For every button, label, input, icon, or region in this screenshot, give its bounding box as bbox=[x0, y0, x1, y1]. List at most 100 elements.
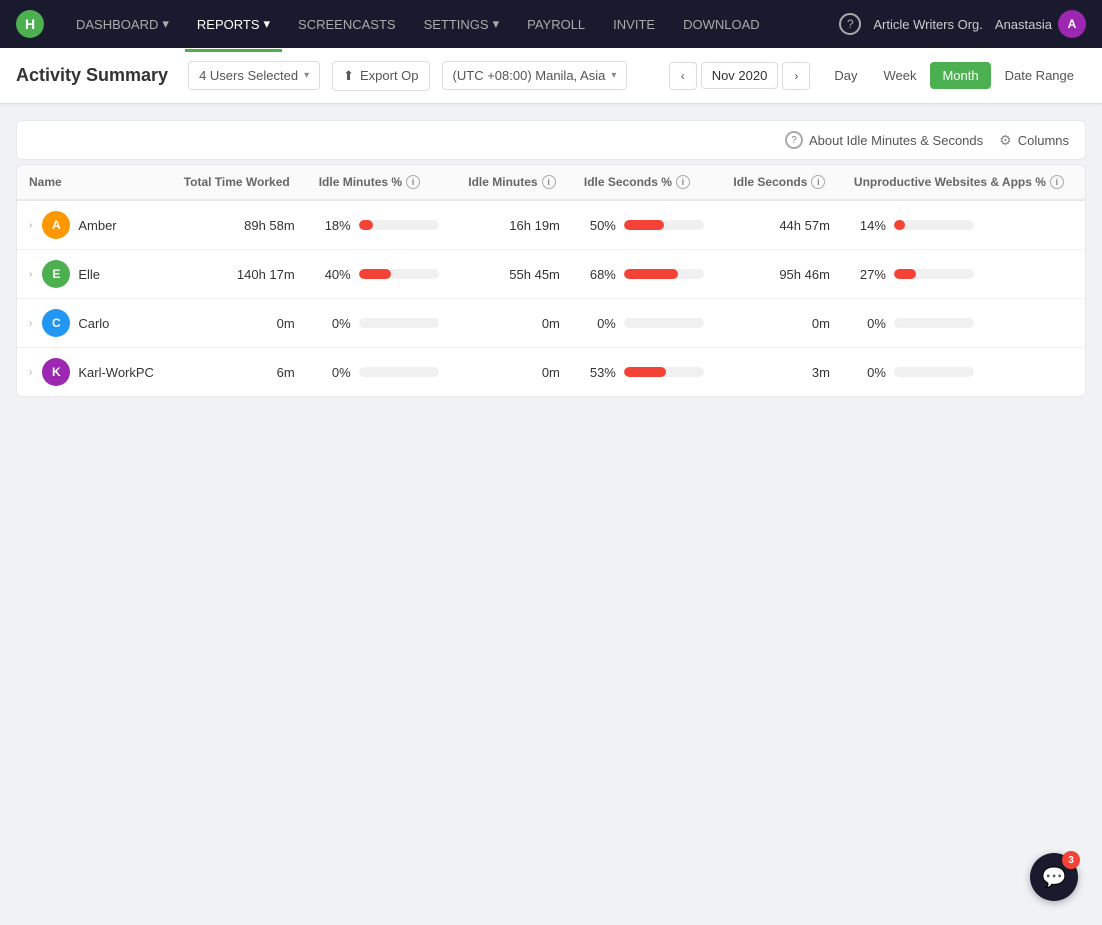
progress-bar bbox=[359, 318, 439, 328]
cell-idle-sec-pct: 50% bbox=[572, 200, 722, 250]
info-icon[interactable]: i bbox=[811, 175, 825, 189]
tab-week[interactable]: Week bbox=[871, 62, 928, 89]
col-idle-sec: Idle Seconds i bbox=[721, 165, 842, 200]
user-menu[interactable]: Anastasia A bbox=[995, 10, 1086, 38]
expand-icon[interactable]: › bbox=[29, 220, 32, 231]
progress-bar bbox=[894, 269, 974, 279]
user-name: Carlo bbox=[78, 316, 109, 331]
cell-idle-min-pct: 0% bbox=[307, 299, 457, 348]
info-icon[interactable]: i bbox=[542, 175, 556, 189]
cell-total-time: 89h 58m bbox=[172, 200, 307, 250]
cell-idle-sec: 0m bbox=[721, 299, 842, 348]
cell-idle-min: 16h 19m bbox=[456, 200, 572, 250]
cell-unproductive: 27% bbox=[842, 250, 1085, 299]
cell-idle-min: 0m bbox=[456, 299, 572, 348]
cell-idle-min: 0m bbox=[456, 348, 572, 397]
cell-name: › K Karl-WorkPC bbox=[17, 348, 172, 397]
about-idle-button[interactable]: ? About Idle Minutes & Seconds bbox=[785, 131, 983, 149]
expand-icon[interactable]: › bbox=[29, 367, 32, 378]
progress-bar bbox=[359, 220, 439, 230]
info-bar: ? About Idle Minutes & Seconds ⚙ Columns bbox=[16, 120, 1086, 160]
progress-bar bbox=[624, 367, 704, 377]
nav-payroll[interactable]: PAYROLL bbox=[515, 11, 597, 38]
avatar: C bbox=[42, 309, 70, 337]
col-idle-sec-pct: Idle Seconds % i bbox=[572, 165, 722, 200]
table-row: › K Karl-WorkPC 6m 0% 0m 53% 3m 0% bbox=[17, 348, 1085, 397]
col-idle-min-pct: Idle Minutes % i bbox=[307, 165, 457, 200]
expand-icon[interactable]: › bbox=[29, 269, 32, 280]
progress-bar bbox=[894, 367, 974, 377]
cell-idle-sec: 3m bbox=[721, 348, 842, 397]
progress-bar bbox=[624, 269, 704, 279]
cell-idle-min-pct: 0% bbox=[307, 348, 457, 397]
help-icon[interactable]: ? bbox=[839, 13, 861, 35]
table-header-row: Name Total Time Worked Idle Minutes % i … bbox=[17, 165, 1085, 200]
info-icon[interactable]: i bbox=[676, 175, 690, 189]
nav-invite[interactable]: INVITE bbox=[601, 11, 667, 38]
progress-bar bbox=[359, 367, 439, 377]
cell-total-time: 140h 17m bbox=[172, 250, 307, 299]
user-name: Elle bbox=[78, 267, 100, 282]
nav-screencasts[interactable]: SCREENCASTS bbox=[286, 11, 408, 38]
cell-total-time: 6m bbox=[172, 348, 307, 397]
info-icon[interactable]: i bbox=[1050, 175, 1064, 189]
table-row: › E Elle 140h 17m 40% 55h 45m 68% 95h 46… bbox=[17, 250, 1085, 299]
cell-total-time: 0m bbox=[172, 299, 307, 348]
columns-button[interactable]: ⚙ Columns bbox=[999, 132, 1069, 149]
nav-right: ? Article Writers Org. Anastasia A bbox=[839, 10, 1086, 38]
info-icon: ? bbox=[785, 131, 803, 149]
prev-date-button[interactable]: ‹ bbox=[669, 62, 697, 90]
expand-icon[interactable]: › bbox=[29, 318, 32, 329]
chat-bubble[interactable]: 💬 3 bbox=[1030, 853, 1078, 901]
chat-badge: 3 bbox=[1062, 851, 1080, 869]
progress-bar bbox=[624, 318, 704, 328]
chevron-down-icon: ▾ bbox=[264, 16, 271, 32]
table-row: › C Carlo 0m 0% 0m 0% 0m 0% bbox=[17, 299, 1085, 348]
info-icon[interactable]: i bbox=[406, 175, 420, 189]
app-logo[interactable]: H bbox=[16, 10, 44, 38]
cell-idle-sec: 95h 46m bbox=[721, 250, 842, 299]
cell-idle-min: 55h 45m bbox=[456, 250, 572, 299]
user-name: Amber bbox=[78, 218, 116, 233]
col-name: Name bbox=[17, 165, 172, 200]
chat-icon: 💬 bbox=[1042, 865, 1067, 890]
col-unproductive: Unproductive Websites & Apps % i bbox=[842, 165, 1085, 200]
period-tabs: Day Week Month Date Range bbox=[822, 62, 1086, 89]
cell-name: › A Amber bbox=[17, 200, 172, 250]
avatar: K bbox=[42, 358, 70, 386]
nav-reports[interactable]: REPORTS ▾ bbox=[185, 10, 282, 38]
col-idle-min: Idle Minutes i bbox=[456, 165, 572, 200]
export-button[interactable]: ⬆ Export Op bbox=[332, 61, 429, 91]
users-selected-button[interactable]: 4 Users Selected ▾ bbox=[188, 61, 320, 90]
progress-bar bbox=[894, 318, 974, 328]
nav-settings[interactable]: SETTINGS ▾ bbox=[412, 10, 512, 38]
date-navigation: ‹ Nov 2020 › bbox=[669, 62, 811, 90]
nav-items: DASHBOARD ▾ REPORTS ▾ SCREENCASTS SETTIN… bbox=[64, 10, 839, 38]
cell-name: › E Elle bbox=[17, 250, 172, 299]
toolbar: Activity Summary 4 Users Selected ▾ ⬆ Ex… bbox=[0, 48, 1102, 104]
upload-icon: ⬆ bbox=[343, 68, 354, 84]
cell-unproductive: 14% bbox=[842, 200, 1085, 250]
next-date-button[interactable]: › bbox=[782, 62, 810, 90]
cell-idle-sec-pct: 0% bbox=[572, 299, 722, 348]
nav-dashboard[interactable]: DASHBOARD ▾ bbox=[64, 10, 181, 38]
gear-icon: ⚙ bbox=[999, 132, 1012, 149]
avatar: E bbox=[42, 260, 70, 288]
org-name: Article Writers Org. bbox=[873, 17, 983, 32]
timezone-button[interactable]: (UTC +08:00) Manila, Asia ▾ bbox=[442, 61, 628, 90]
chevron-down-icon: ▾ bbox=[611, 70, 616, 81]
nav-download[interactable]: DOWNLOAD bbox=[671, 11, 772, 38]
page-title: Activity Summary bbox=[16, 65, 168, 86]
tab-day[interactable]: Day bbox=[822, 62, 869, 89]
user-name: Karl-WorkPC bbox=[78, 365, 154, 380]
cell-unproductive: 0% bbox=[842, 348, 1085, 397]
cell-idle-min-pct: 18% bbox=[307, 200, 457, 250]
tab-month[interactable]: Month bbox=[930, 62, 990, 89]
navbar: H DASHBOARD ▾ REPORTS ▾ SCREENCASTS SETT… bbox=[0, 0, 1102, 48]
cell-idle-sec: 44h 57m bbox=[721, 200, 842, 250]
table-row: › A Amber 89h 58m 18% 16h 19m 50% 44h 57… bbox=[17, 200, 1085, 250]
cell-idle-sec-pct: 53% bbox=[572, 348, 722, 397]
tab-date-range[interactable]: Date Range bbox=[993, 62, 1086, 89]
avatar: A bbox=[42, 211, 70, 239]
cell-unproductive: 0% bbox=[842, 299, 1085, 348]
